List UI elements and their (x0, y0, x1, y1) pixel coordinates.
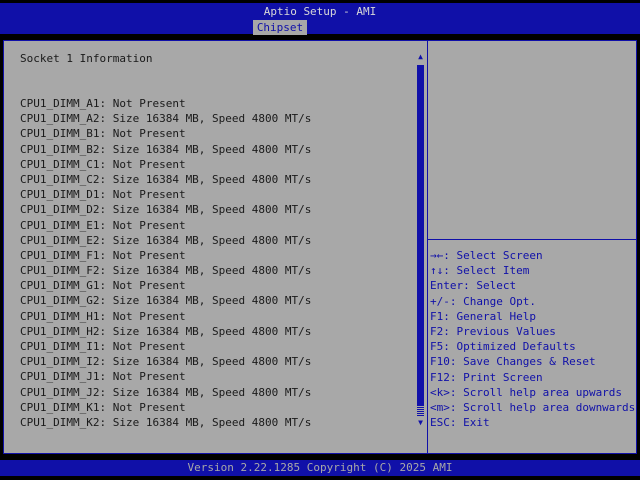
dimm-row: CPU1_DIMM_B1: Not Present (20, 127, 186, 141)
help-key-item: F2: Previous Values (430, 324, 556, 338)
scrollbar-thumb-end (417, 405, 424, 417)
app-title: Aptio Setup - AMI (263, 5, 377, 18)
info-pane: Socket 1 Information CPU1_DIMM_A1: Not P… (20, 41, 415, 453)
dimm-row: CPU1_DIMM_E1: Not Present (20, 218, 186, 232)
help-key-item: F12: Print Screen (430, 370, 543, 384)
help-key-item: ESC: Exit (430, 416, 490, 430)
help-key-list: →←: Select Screen ↑↓: Select Item Enter: S… (430, 248, 635, 430)
help-key-item: <m>: Scroll help area downwards (430, 400, 636, 414)
dimm-list: CPU1_DIMM_A1: Not Present CPU1_DIMM_A2: S… (20, 96, 311, 430)
bios-screen: Aptio Setup - AMI Chipset Socket 1 Infor… (0, 0, 640, 480)
dimm-row: CPU1_DIMM_I1: Not Present (20, 340, 186, 353)
footer-bar: Version 2.22.1285 Copyright (C) 2025 AMI (0, 460, 640, 476)
dimm-row: CPU1_DIMM_D2: Size 16384 MB, Speed 4800 … (20, 203, 312, 217)
dimm-row: CPU1_DIMM_H2: Size 16384 MB, Speed 4800 … (20, 324, 312, 338)
help-key-item: <k>: Scroll help area upwards (430, 385, 623, 399)
help-key-item: Enter: Select (430, 279, 517, 293)
dimm-row: CPU1_DIMM_F2: Size 16384 MB, Speed 4800 … (20, 264, 312, 278)
scroll-down-icon[interactable]: ▼ (416, 419, 425, 427)
scroll-up-icon[interactable]: ▲ (416, 53, 425, 61)
section-title: Socket 1 Information (20, 52, 153, 65)
dimm-row: CPU1_DIMM_E2: Size 16384 MB, Speed 4800 … (20, 233, 312, 247)
dimm-row: CPU1_DIMM_K1: Not Present (20, 400, 186, 414)
dimm-row: CPU1_DIMM_J1: Not Present (20, 370, 186, 384)
vertical-divider (427, 41, 428, 453)
dimm-row: CPU1_DIMM_D1: Not Present (20, 188, 186, 202)
dimm-row: CPU1_DIMM_A2: Size 16384 MB, Speed 4800 … (20, 112, 312, 126)
main-panel: Socket 1 Information CPU1_DIMM_A1: Not P… (3, 40, 637, 454)
help-key-item: +/-: Change Opt. (430, 294, 536, 308)
dimm-row: CPU1_DIMM_C1: Not Present (20, 157, 186, 171)
scrollbar-thumb[interactable] (417, 65, 424, 413)
help-key-item: F1: General Help (430, 309, 536, 323)
help-key-item: F5: Optimized Defaults (430, 340, 576, 354)
header-bar: Aptio Setup - AMI Chipset (0, 3, 640, 35)
help-divider (428, 239, 636, 240)
dimm-row: CPU1_DIMM_J2: Size 16384 MB, Speed 4800 … (20, 385, 312, 399)
dimm-row: CPU1_DIMM_C2: Size 16384 MB, Speed 4800 … (20, 172, 312, 186)
tab-chipset[interactable]: Chipset (253, 20, 307, 35)
dimm-row: CPU1_DIMM_I2: Size 16384 MB, Speed 4800 … (20, 355, 312, 369)
dimm-row: CPU1_DIMM_F1: Not Present (20, 248, 186, 262)
dimm-row: CPU1_DIMM_B2: Size 16384 MB, Speed 4800 … (20, 142, 312, 156)
scrollbar[interactable]: ▲ ▼ (417, 53, 424, 429)
dimm-row: CPU1_DIMM_K2: Size 16384 MB, Speed 4800 … (20, 415, 312, 429)
help-key-item: ↑↓: Select Item (430, 264, 530, 278)
help-key-item: F10: Save Changes & Reset (430, 355, 596, 369)
dimm-row: CPU1_DIMM_H1: Not Present (20, 309, 186, 323)
help-key-item: →←: Select Screen (430, 249, 543, 262)
dimm-row: CPU1_DIMM_G1: Not Present (20, 279, 186, 293)
dimm-row: CPU1_DIMM_A1: Not Present (20, 97, 186, 110)
dimm-row: CPU1_DIMM_G2: Size 16384 MB, Speed 4800 … (20, 294, 312, 308)
